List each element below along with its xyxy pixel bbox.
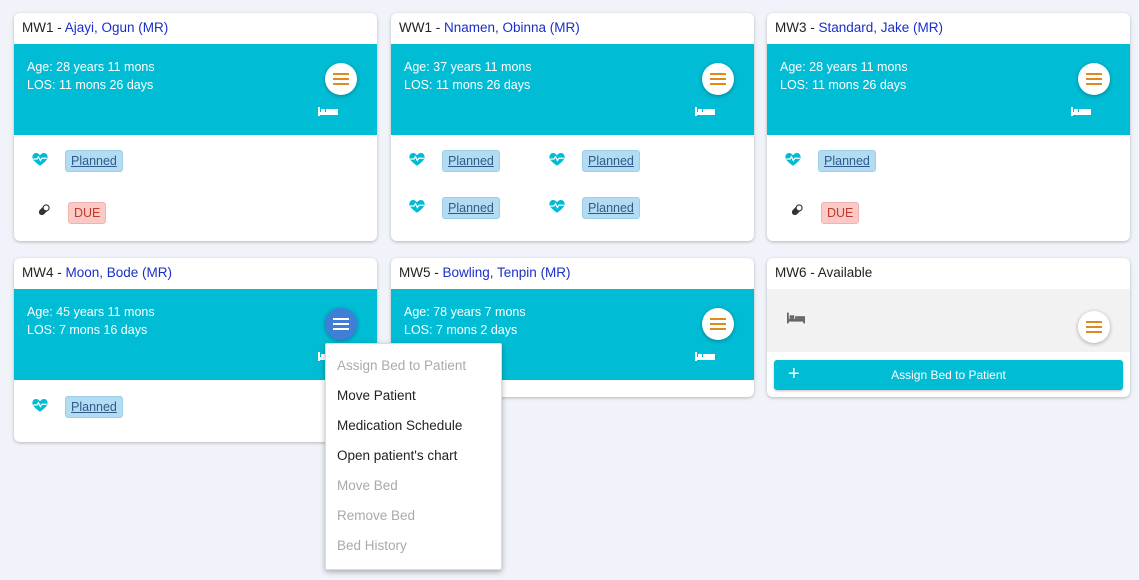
menu-icon [333, 73, 349, 85]
menu-item-medication-schedule[interactable]: Medication Schedule [326, 411, 501, 441]
separator: - [53, 265, 66, 280]
card-header: MW1 - Ajayi, Ogun (MR) [14, 13, 377, 44]
bed-icon [1071, 107, 1091, 116]
heart-pulse-icon [32, 153, 48, 166]
planned-chip[interactable]: Planned [582, 197, 640, 219]
bed-code: MW4 [22, 265, 54, 280]
menu-item-bed-history[interactable]: Bed History [326, 531, 501, 561]
menu-item-assign-bed[interactable]: Assign Bed to Patient [326, 351, 501, 381]
patient-los: LOS: 11 mons 26 days [27, 78, 154, 92]
available-banner [767, 289, 1130, 352]
menu-icon [710, 73, 726, 85]
assign-bed-button[interactable]: + Assign Bed to Patient [774, 360, 1123, 390]
patient-age: Age: 37 years 11 mons [404, 60, 532, 74]
menu-item-move-patient[interactable]: Move Patient [326, 381, 501, 411]
separator: - [806, 20, 819, 35]
bed-card-mw6: MW6 - Available + Assign Bed to Patient [767, 258, 1130, 397]
card-body: Planned DUE [767, 135, 1130, 241]
heart-pulse-icon [409, 153, 425, 166]
patient-info-banner: Age: 28 years 11 mons LOS: 11 mons 26 da… [767, 44, 1130, 135]
planned-chip[interactable]: Planned [442, 150, 500, 172]
separator: - [53, 20, 65, 35]
bed-code: MW3 [775, 20, 807, 35]
patient-name-link[interactable]: Bowling, Tenpin (MR) [443, 265, 571, 280]
card-header: MW3 - Standard, Jake (MR) [767, 13, 1130, 44]
bed-code: WW1 [399, 20, 432, 35]
bed-menu-button[interactable] [325, 308, 357, 340]
bed-icon [318, 107, 338, 116]
menu-icon [710, 318, 726, 330]
due-chip[interactable]: DUE [821, 202, 860, 224]
menu-item-remove-bed[interactable]: Remove Bed [326, 501, 501, 531]
menu-item-open-chart[interactable]: Open patient's chart [326, 441, 501, 471]
due-chip[interactable]: DUE [68, 202, 107, 224]
menu-icon [333, 318, 349, 330]
card-header: MW5 - Bowling, Tenpin (MR) [391, 258, 754, 289]
patient-los: LOS: 11 mons 26 days [780, 78, 907, 92]
bed-card-mw4: MW4 - Moon, Bode (MR) Age: 45 years 11 m… [14, 258, 377, 442]
heart-pulse-icon [409, 200, 425, 213]
card-body: Planned Planned Planned Planned [391, 135, 754, 241]
bed-status: Available [817, 265, 873, 280]
separator: - [430, 265, 443, 280]
plus-icon: + [788, 363, 800, 385]
bed-menu-button[interactable] [1078, 63, 1110, 95]
bed-icon [787, 312, 805, 324]
bed-icon [695, 107, 715, 116]
planned-chip[interactable]: Planned [65, 150, 123, 172]
patient-info-banner: Age: 45 years 11 mons LOS: 7 mons 16 day… [14, 289, 377, 380]
pill-icon [38, 204, 50, 216]
patient-los: LOS: 7 mons 2 days [404, 323, 518, 337]
bed-code: MW1 [22, 20, 54, 35]
patient-los: LOS: 7 mons 16 days [27, 323, 148, 337]
bed-menu-button[interactable] [702, 308, 734, 340]
patient-name-link[interactable]: Nnamen, Obinna (MR) [444, 20, 580, 35]
menu-item-move-bed[interactable]: Move Bed [326, 471, 501, 501]
bed-card-mw1: MW1 - Ajayi, Ogun (MR) Age: 28 years 11 … [14, 13, 377, 241]
menu-icon [1086, 73, 1102, 85]
bed-card-mw3: MW3 - Standard, Jake (MR) Age: 28 years … [767, 13, 1130, 241]
bed-menu-button[interactable] [702, 63, 734, 95]
bed-card-ww1: WW1 - Nnamen, Obinna (MR) Age: 37 years … [391, 13, 754, 241]
card-body: Planned DUE [14, 135, 377, 241]
bed-code: MW6 [775, 265, 807, 280]
patient-name-link[interactable]: Moon, Bode (MR) [66, 265, 173, 280]
planned-chip[interactable]: Planned [65, 396, 123, 418]
separator: - [432, 20, 444, 35]
heart-pulse-icon [32, 399, 48, 412]
card-body: Planned [14, 380, 377, 442]
patient-name-link[interactable]: Ajayi, Ogun (MR) [65, 20, 169, 35]
patient-info-banner: Age: 37 years 11 mons LOS: 11 mons 26 da… [391, 44, 754, 135]
menu-icon [1086, 321, 1102, 333]
card-header: MW4 - Moon, Bode (MR) [14, 258, 377, 289]
bed-menu-button[interactable] [1078, 311, 1110, 343]
heart-pulse-icon [549, 153, 565, 166]
planned-chip[interactable]: Planned [582, 150, 640, 172]
patient-age: Age: 28 years 11 mons [780, 60, 908, 74]
bed-icon [695, 352, 715, 361]
pill-icon [791, 204, 803, 216]
heart-pulse-icon [785, 153, 801, 166]
patient-age: Age: 45 years 11 mons [27, 305, 155, 319]
planned-chip[interactable]: Planned [442, 197, 500, 219]
bed-context-menu: Assign Bed to Patient Move Patient Medic… [325, 343, 502, 570]
bed-code: MW5 [399, 265, 431, 280]
heart-pulse-icon [549, 200, 565, 213]
card-header: MW6 - Available [767, 258, 1130, 289]
patient-name-link[interactable]: Standard, Jake (MR) [819, 20, 944, 35]
patient-los: LOS: 11 mons 26 days [404, 78, 531, 92]
card-header: WW1 - Nnamen, Obinna (MR) [391, 13, 754, 44]
patient-age: Age: 28 years 11 mons [27, 60, 155, 74]
patient-age: Age: 78 years 7 mons [404, 305, 526, 319]
separator: - [806, 265, 818, 280]
planned-chip[interactable]: Planned [818, 150, 876, 172]
bed-menu-button[interactable] [325, 63, 357, 95]
assign-bed-label: Assign Bed to Patient [891, 368, 1006, 382]
patient-info-banner: Age: 28 years 11 mons LOS: 11 mons 26 da… [14, 44, 377, 135]
